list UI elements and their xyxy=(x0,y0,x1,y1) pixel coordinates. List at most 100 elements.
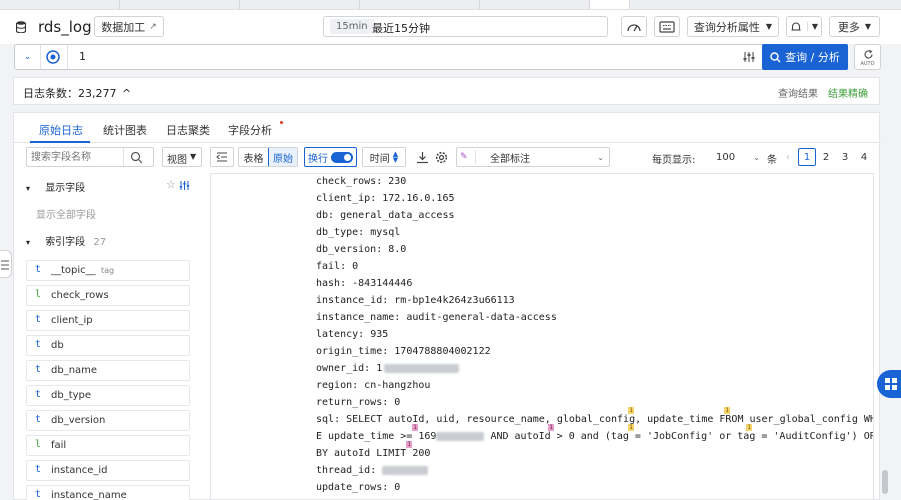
highlight-mark: 1 xyxy=(746,424,752,431)
query-editor[interactable]: ⌄ 1 xyxy=(14,44,848,70)
gear-icon[interactable] xyxy=(435,151,448,164)
browser-tab[interactable] xyxy=(360,0,480,9)
index-fields-header[interactable]: ▾ 索引字段 27 xyxy=(26,233,106,248)
field-item[interactable]: t db_name xyxy=(26,360,190,381)
keyboard-icon xyxy=(659,20,675,33)
wrap-toggle[interactable]: 换行 xyxy=(304,147,357,167)
per-page-unit: 条 xyxy=(767,155,777,166)
page-2[interactable]: 2 xyxy=(817,148,835,166)
tab-charts[interactable]: 统计图表 xyxy=(103,122,147,138)
log-value[interactable]: AND autoId > 0 and (tag = 'JobConfig' or… xyxy=(484,431,873,442)
keyboard-button[interactable] xyxy=(654,16,680,37)
log-value[interactable]: -843144446 xyxy=(352,278,412,289)
log-value[interactable]: 1704788804002122 xyxy=(394,346,490,357)
more-dropdown[interactable]: 更多 ▼ xyxy=(829,16,880,37)
browser-tab[interactable] xyxy=(0,0,120,9)
search-icon xyxy=(770,51,781,62)
field-item[interactable]: t db_version xyxy=(26,410,190,431)
field-item[interactable]: t db_type xyxy=(26,385,190,406)
show-all-fields-link[interactable]: 显示全部字段 xyxy=(36,206,96,221)
log-sql-line: sql: SELECT autoId, uid, resource_name, … xyxy=(316,407,873,425)
log-value[interactable]: SELECT autoId, uid, resource_name, globa… xyxy=(346,414,873,425)
log-value[interactable]: 1 xyxy=(376,363,382,374)
tab-raw-logs[interactable]: 原始日志 xyxy=(39,122,83,138)
query-history-dropdown[interactable]: ⌄ xyxy=(15,45,41,69)
log-value[interactable]: 935 xyxy=(370,329,388,340)
log-field-line: client_ip: 172.16.0.165 xyxy=(316,193,455,204)
query-assist-icon[interactable] xyxy=(45,49,61,65)
log-value[interactable]: general_data_access xyxy=(340,210,454,221)
browser-tab[interactable] xyxy=(240,0,360,9)
browser-tab[interactable] xyxy=(120,0,240,9)
alert-dropdown[interactable]: ▼ xyxy=(786,16,822,37)
download-icon[interactable] xyxy=(416,151,429,164)
field-name: client_ip xyxy=(51,315,93,326)
floating-assistant-button[interactable] xyxy=(877,370,901,398)
wrap-switch[interactable] xyxy=(331,151,353,163)
field-search-input[interactable] xyxy=(31,150,123,165)
raw-mode-button[interactable]: 原始 xyxy=(267,148,297,166)
field-item[interactable]: t instance_name xyxy=(26,485,190,500)
tab-log-cluster[interactable]: 日志聚类 xyxy=(166,122,210,138)
highlight-mark: 1 xyxy=(548,424,554,431)
log-value[interactable]: cn-hangzhou xyxy=(364,380,430,391)
tab-field-analysis[interactable]: 字段分析 xyxy=(228,122,272,138)
per-page-label: 每页显示: xyxy=(652,155,696,166)
search-analyze-button[interactable]: 查询 / 分析 xyxy=(762,44,848,70)
tag-filter-select[interactable]: ✎ 全部标注 ⌄ xyxy=(456,147,610,167)
filter-sliders-icon[interactable] xyxy=(742,50,756,64)
shown-fields-header[interactable]: ▾ 显示字段 xyxy=(26,179,85,194)
log-value[interactable]: 0 xyxy=(394,482,400,493)
log-value[interactable]: audit-general-data-access xyxy=(406,312,557,323)
log-value[interactable]: E update_time >= 169 xyxy=(316,431,436,442)
field-item[interactable]: l check_rows xyxy=(26,285,190,306)
browser-tab[interactable] xyxy=(480,0,590,9)
query-text[interactable]: 1 xyxy=(79,50,86,63)
field-item[interactable]: t db xyxy=(26,335,190,356)
assistant-icon xyxy=(885,378,897,390)
prev-page-icon[interactable]: ‹ xyxy=(779,148,797,166)
browser-tab-active[interactable] xyxy=(590,0,630,9)
sidebar-drag-handle[interactable] xyxy=(0,250,12,278)
log-value[interactable]: rm-bp1e4k264z3u66113 xyxy=(394,295,514,306)
redacted-value xyxy=(384,363,460,373)
search-icon[interactable] xyxy=(130,151,143,164)
log-key: return_rows xyxy=(316,397,383,408)
log-value[interactable]: 172.16.0.165 xyxy=(382,193,454,204)
log-value[interactable]: mysql xyxy=(370,227,400,238)
page-3[interactable]: 3 xyxy=(836,148,854,166)
field-item[interactable]: t __topic__ tag xyxy=(26,260,190,281)
field-search-divider xyxy=(123,148,124,166)
log-value[interactable]: 230 xyxy=(388,176,406,187)
field-item[interactable]: t instance_id xyxy=(26,460,190,481)
data-process-button[interactable]: 数据加工 ↗ xyxy=(94,16,164,37)
highlight-mark: 1 xyxy=(628,407,634,414)
log-tabs: 原始日志 统计图表 日志聚类 字段分析 xyxy=(14,113,881,143)
log-value[interactable]: 8.0 xyxy=(388,244,406,255)
browser-tab[interactable] xyxy=(630,0,901,9)
per-page-select[interactable]: 100 ⌄ xyxy=(706,147,764,167)
page-4[interactable]: 4 xyxy=(855,148,873,166)
log-value[interactable]: 0 xyxy=(352,261,358,272)
time-sort-button[interactable]: 时间 ▲ ▼ xyxy=(362,147,406,167)
log-count: 日志条数：23,277 ^ xyxy=(23,85,131,101)
query-attr-dropdown[interactable]: 查询分析属性 ▼ xyxy=(687,16,779,37)
dashboard-gauge-button[interactable] xyxy=(621,16,647,37)
chevron-up-icon[interactable]: ^ xyxy=(122,87,131,100)
table-mode-button[interactable]: 表格 xyxy=(239,148,268,166)
field-settings-icon[interactable] xyxy=(179,180,190,191)
field-item[interactable]: l fail xyxy=(26,435,190,456)
field-item[interactable]: t client_ip xyxy=(26,310,190,331)
auto-refresh-button[interactable]: AUTO xyxy=(854,44,881,70)
log-value[interactable]: BY autoId LIMIT 200 xyxy=(316,448,430,459)
star-icon[interactable]: ☆ xyxy=(166,178,176,191)
view-select[interactable]: 视图 ▼ xyxy=(162,147,202,167)
log-panel: 原始日志 统计图表 日志聚类 字段分析 视图 ▼ ▾ 显示字段 ☆ 显示全部字段… xyxy=(13,112,881,500)
time-range-picker[interactable]: 15min 最近15分钟 xyxy=(323,16,608,37)
database-icon xyxy=(16,21,26,33)
collapse-sidebar-button[interactable] xyxy=(210,147,234,167)
search-analyze-label: 查询 / 分析 xyxy=(785,51,840,64)
page-1[interactable]: 1 xyxy=(798,148,816,166)
log-scrollbar[interactable] xyxy=(882,470,888,494)
log-value[interactable]: 0 xyxy=(394,397,400,408)
